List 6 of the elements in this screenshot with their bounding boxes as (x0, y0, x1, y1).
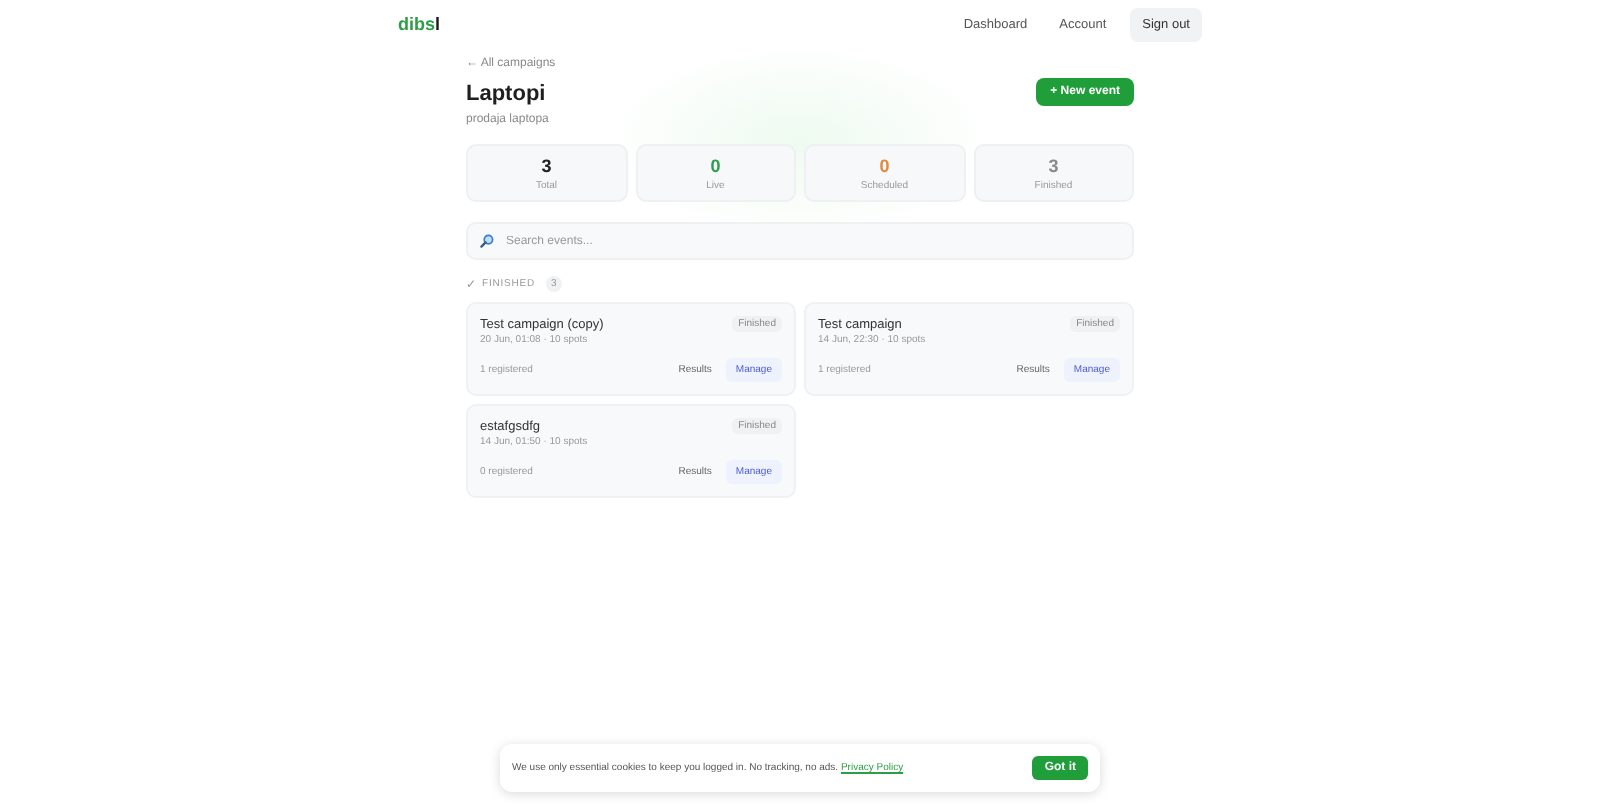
stat-value: 3 (541, 155, 552, 175)
stat-value: 0 (879, 155, 890, 175)
campaign-title: Laptopi (466, 82, 548, 106)
stat-value: 0 (710, 155, 721, 175)
stat-value: 3 (1048, 155, 1059, 175)
logo[interactable]: dibsl (398, 14, 441, 34)
